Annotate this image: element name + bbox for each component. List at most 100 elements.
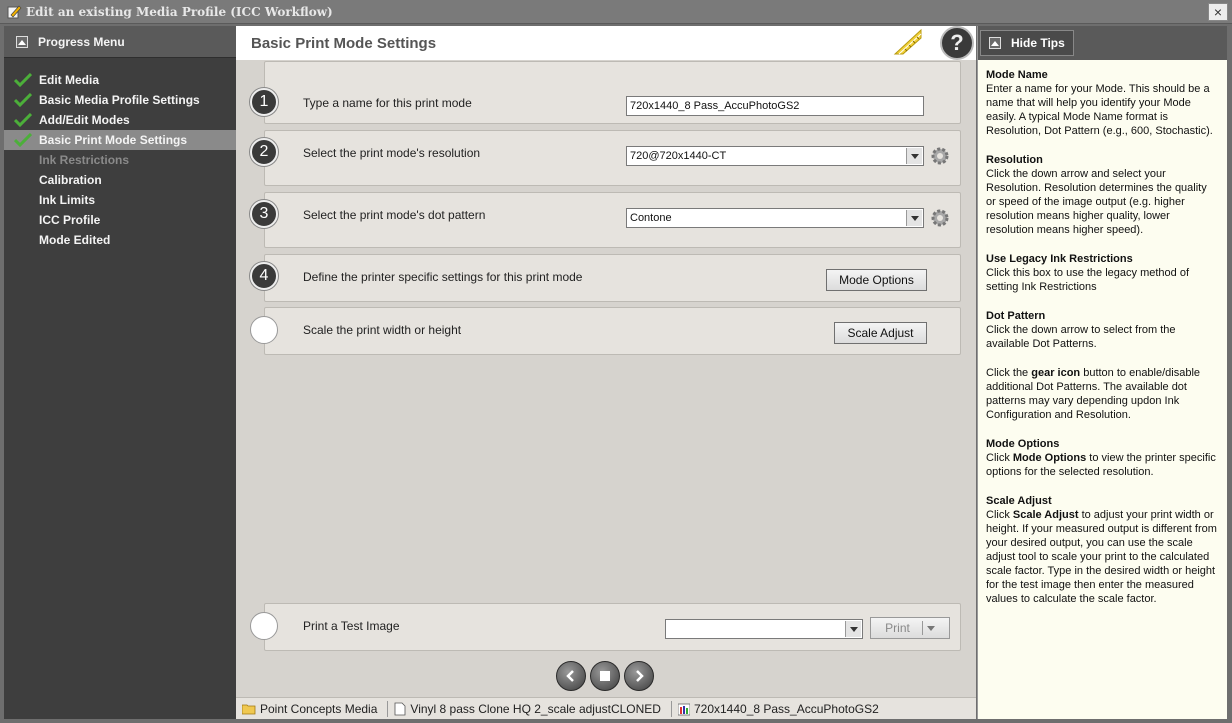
step-number: 3: [250, 200, 278, 228]
mode-name-input[interactable]: [626, 96, 924, 116]
color-bars-icon: [677, 703, 690, 715]
step-label: Select the print mode's dot pattern: [303, 208, 486, 222]
menu-item-label: ICC Profile: [39, 213, 101, 227]
menu-item-ink-limits[interactable]: Ink Limits: [4, 190, 236, 210]
scale-adjust-button[interactable]: Scale Adjust: [834, 322, 927, 344]
print-button[interactable]: Print: [870, 617, 950, 639]
gear-icon[interactable]: [930, 146, 950, 166]
tip-gear-icon: Click the gear icon button to enable/dis…: [986, 366, 1219, 422]
tip-text: Click the down arrow and select your Res…: [986, 168, 1207, 236]
wizard-navigation: [556, 661, 654, 691]
window-title: Edit an existing Media Profile (ICC Work…: [26, 4, 333, 19]
step-mode-options: 4 Define the printer specific settings f…: [250, 254, 961, 302]
tips-header: Hide Tips: [978, 26, 1227, 60]
next-button[interactable]: [624, 661, 654, 691]
status-profile-label: Vinyl 8 pass Clone HQ 2_scale adjustCLON…: [410, 701, 661, 716]
hide-tips-button[interactable]: Hide Tips: [980, 30, 1074, 56]
chevron-down-icon[interactable]: [921, 621, 935, 635]
help-icon[interactable]: ?: [940, 26, 974, 60]
step-mode-name: 1 Type a name for this print mode: [250, 61, 961, 124]
menu-item-basic-print-mode-settings[interactable]: Basic Print Mode Settings: [4, 130, 246, 150]
progress-menu-title: Progress Menu: [38, 34, 125, 49]
back-button[interactable]: [556, 661, 586, 691]
arrow-left-icon: [566, 670, 574, 682]
folder-icon: [242, 704, 256, 714]
step-number: 1: [250, 88, 278, 116]
tip-bold: gear icon: [1031, 367, 1081, 379]
status-media: Point Concepts Media: [236, 700, 389, 717]
tip-text: Click: [986, 509, 1013, 521]
menu-item-label: Edit Media: [39, 73, 100, 87]
check-icon: [14, 113, 32, 127]
document-icon: [395, 702, 406, 715]
progress-menu-header[interactable]: Progress Menu: [4, 26, 236, 58]
check-icon: [14, 73, 32, 87]
collapse-icon: [989, 37, 1001, 49]
step-number: 2: [250, 138, 278, 166]
tip-bold: Mode Options: [1012, 452, 1087, 464]
tip-mode-options: Mode Options Click Mode Options to view …: [986, 437, 1219, 479]
resolution-select[interactable]: 720@720x1440-CT: [626, 146, 924, 166]
step-number: 4: [250, 262, 278, 290]
mode-options-button[interactable]: Mode Options: [826, 269, 927, 291]
menu-item-icc-profile[interactable]: ICC Profile: [4, 210, 236, 230]
menu-item-mode-edited[interactable]: Mode Edited: [4, 230, 236, 250]
collapse-icon[interactable]: [16, 35, 28, 48]
menu-item-label: Basic Media Profile Settings: [39, 93, 200, 107]
dot-pattern-select[interactable]: Contone: [626, 208, 924, 228]
menu-item-edit-media[interactable]: Edit Media: [4, 70, 236, 90]
check-icon: [14, 93, 32, 107]
page-title: Basic Print Mode Settings: [251, 34, 437, 52]
stop-button[interactable]: [590, 661, 620, 691]
menu-item-basic-media-profile-settings[interactable]: Basic Media Profile Settings: [4, 90, 236, 110]
hide-tips-label: Hide Tips: [1011, 36, 1065, 50]
step-label: Scale the print width or height: [303, 323, 462, 337]
status-profile: Vinyl 8 pass Clone HQ 2_scale adjustCLON…: [388, 700, 672, 717]
tip-heading: Resolution: [986, 154, 1043, 166]
close-button[interactable]: ×: [1208, 3, 1228, 21]
title-bar: Edit an existing Media Profile (ICC Work…: [0, 0, 1232, 24]
step-label: Type a name for this print mode: [303, 96, 472, 110]
tip-heading: Mode Name: [986, 69, 1048, 81]
help-glyph: ?: [950, 30, 964, 55]
tips-panel: Hide Tips Mode Name Enter a name for you…: [977, 26, 1227, 719]
stop-icon: [600, 671, 610, 681]
tip-dot-pattern: Dot Pattern Click the down arrow to sele…: [986, 309, 1219, 351]
dot-pattern-value: Contone: [630, 212, 672, 224]
menu-item-ink-restrictions: Ink Restrictions: [4, 150, 236, 170]
main-header: Basic Print Mode Settings ?: [236, 26, 976, 60]
tip-text: to adjust your print width or height. If…: [986, 509, 1217, 605]
step-dot-pattern: 3 Select the print mode's dot pattern Co…: [250, 192, 961, 248]
gear-icon[interactable]: [930, 208, 950, 228]
ruler-icon[interactable]: [893, 28, 923, 56]
menu-item-label: Ink Restrictions: [39, 153, 130, 167]
progress-menu: Progress Menu Edit Media Basic Media Pro…: [4, 26, 246, 719]
menu-item-label: Basic Print Mode Settings: [39, 133, 188, 147]
tip-legacy-ink: Use Legacy Ink Restrictions Click this b…: [986, 252, 1219, 294]
tip-mode-name: Mode Name Enter a name for your Mode. Th…: [986, 68, 1219, 138]
menu-item-label: Calibration: [39, 173, 102, 187]
status-media-label: Point Concepts Media: [260, 701, 378, 716]
step-label: Define the printer specific settings for…: [303, 270, 583, 284]
menu-item-calibration[interactable]: Calibration: [4, 170, 236, 190]
menu-item-add-edit-modes[interactable]: Add/Edit Modes: [4, 110, 236, 130]
tip-heading: Dot Pattern: [986, 310, 1046, 322]
tip-text: Click the down arrow to select from the …: [986, 324, 1176, 350]
step-number: [250, 612, 278, 640]
arrow-right-icon: [636, 670, 644, 682]
chevron-down-icon[interactable]: [906, 210, 922, 226]
resolution-value: 720@720x1440-CT: [630, 150, 727, 162]
tips-body: Mode Name Enter a name for your Mode. Th…: [978, 60, 1227, 606]
close-icon: ×: [1213, 4, 1223, 20]
main-panel: Basic Print Mode Settings ? 1 Type a nam…: [236, 26, 976, 719]
tip-bold: Scale Adjust: [1012, 509, 1079, 521]
chevron-down-icon[interactable]: [845, 621, 861, 637]
app-icon: [7, 4, 22, 18]
step-label: Print a Test Image: [303, 619, 400, 633]
step-label: Select the print mode's resolution: [303, 146, 481, 160]
test-image-select[interactable]: [665, 619, 863, 639]
step-print-test-image: Print a Test Image Print: [250, 603, 961, 651]
step-resolution: 2 Select the print mode's resolution 720…: [250, 130, 961, 186]
chevron-down-icon[interactable]: [906, 148, 922, 164]
tip-scale-adjust: Scale Adjust Click Scale Adjust to adjus…: [986, 494, 1219, 606]
